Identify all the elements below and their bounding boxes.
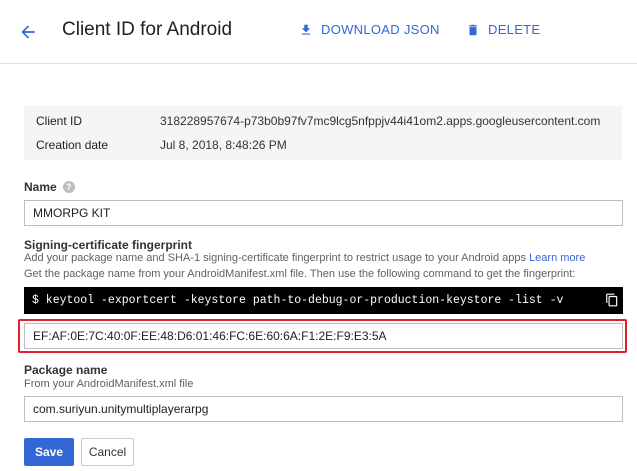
copy-icon[interactable] <box>605 292 619 308</box>
name-input[interactable]: MMORPG KIT <box>24 200 623 226</box>
fingerprint-hint-text: Add your package name and SHA-1 signing-… <box>24 252 526 264</box>
keytool-command-box: $ keytool -exportcert -keystore path-to-… <box>24 287 623 314</box>
cancel-button[interactable]: Cancel <box>81 438 134 466</box>
fingerprint-label: Signing-certificate fingerprint <box>24 238 193 252</box>
name-label-text: Name <box>24 180 57 194</box>
package-name-label: Package name <box>24 363 108 377</box>
creation-date-value: Jul 8, 2018, 8:48:26 PM <box>160 138 287 152</box>
fingerprint-input[interactable]: EF:AF:0E:7C:40:0F:EE:48:D6:01:46:FC:6E:6… <box>24 323 623 349</box>
save-button[interactable]: Save <box>24 438 74 466</box>
fingerprint-hint: Add your package name and SHA-1 signing-… <box>24 252 585 264</box>
fingerprint-hint-2: Get the package name from your AndroidMa… <box>24 268 576 280</box>
page-title: Client ID for Android <box>62 19 233 40</box>
download-json-label: DOWNLOAD JSON <box>321 22 440 37</box>
download-json-button[interactable]: DOWNLOAD JSON <box>299 22 440 37</box>
delete-button[interactable]: DELETE <box>466 22 540 37</box>
client-info-panel: Client ID 318228957674-p73b0b97fv7mc9lcg… <box>24 106 622 160</box>
keytool-command: $ keytool -exportcert -keystore path-to-… <box>32 294 564 307</box>
download-icon <box>301 24 311 35</box>
package-name-input[interactable]: com.suriyun.unitymultiplayerarpg <box>24 396 623 422</box>
client-id-label: Client ID <box>36 114 83 128</box>
client-id-value: 318228957674-p73b0b97fv7mc9lcg5nfppjv44i… <box>160 114 601 128</box>
trash-icon <box>468 24 478 35</box>
help-icon[interactable]: ? <box>62 181 75 193</box>
back-button[interactable] <box>14 18 42 46</box>
creation-date-label: Creation date <box>36 138 109 152</box>
delete-label: DELETE <box>488 22 541 37</box>
name-field-label: Name ? <box>24 180 75 194</box>
learn-more-link[interactable]: Learn more <box>529 252 585 264</box>
header-bar: Client ID for Android DOWNLOAD JSON DELE… <box>0 0 637 64</box>
arrow-back-icon <box>21 25 35 39</box>
package-name-hint: From your AndroidManifest.xml file <box>24 378 194 390</box>
